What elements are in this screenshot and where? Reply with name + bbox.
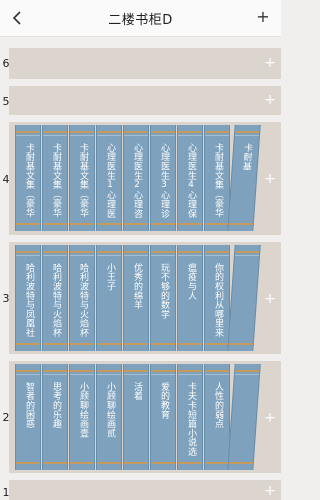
book-spine[interactable]: 心理医生1心理医 <box>96 125 122 231</box>
book-spine[interactable]: 瘟疫与人 <box>177 245 203 351</box>
book-spine[interactable]: 卡夫卡短篇小说选 <box>177 364 203 470</box>
book-spine[interactable]: 卡耐基文集（豪华 <box>15 125 41 231</box>
shelf-level-3[interactable]: 哈利波特与凤凰社 哈利波特与火焰杯 哈利波特与火焰杯 小王子 优秀的绵羊 玩不够… <box>9 242 281 354</box>
book-title: 心理医生3心理诊 <box>159 143 169 219</box>
book-spine[interactable]: 哈利波特与火焰杯 <box>42 245 68 351</box>
book-spine[interactable]: 优秀的绵羊 <box>123 245 149 351</box>
shelf-level-2[interactable]: 智者的困惑 思考的乐趣 小顾聊绘画壹 小顾聊绘画贰 活着 爱的教育 卡夫卡短篇小… <box>9 361 281 473</box>
shelf-level-label: 4 <box>2 173 10 186</box>
shelf-level-label: 5 <box>2 95 10 108</box>
shelf-level-1[interactable]: + <box>9 480 281 500</box>
book-spine[interactable]: 爱的教育 <box>150 364 176 470</box>
book-title: 哈利波特与凤凰社 <box>24 263 34 338</box>
book-spine[interactable]: 心理医生3心理诊 <box>150 125 176 231</box>
book-title <box>233 263 256 341</box>
book-title: 小顾聊绘画贰 <box>105 382 115 438</box>
shelf-level-label: 3 <box>2 292 10 305</box>
book-spine[interactable]: 你的权利从哪里来 <box>204 245 230 351</box>
book-spine[interactable]: 卡耐基文集（豪华 <box>42 125 68 231</box>
book-title: 心理医生2心理咨 <box>132 143 142 219</box>
book-spine[interactable]: 心理医生4心理保 <box>177 125 203 231</box>
book-title: 哈利波特与火焰杯 <box>51 263 61 338</box>
book-title: 玩不够的数学 <box>159 263 169 319</box>
book-spine[interactable]: 卡耐基文集（豪华 <box>204 125 230 231</box>
shelf-level-label: 2 <box>2 411 10 424</box>
add-book-icon[interactable]: + <box>263 172 277 186</box>
add-book-icon[interactable]: + <box>263 484 277 498</box>
shelf-level-6[interactable]: + <box>9 48 281 79</box>
book-title: 你的权利从哪里来 <box>213 263 223 338</box>
book-title: 爱的教育 <box>159 382 169 420</box>
book-title: 心理医生4心理保 <box>186 143 196 219</box>
book-row: 卡耐基文集（豪华 卡耐基文集（豪华 卡耐基文集（豪华 心理医生1心理医 心理医生… <box>15 125 263 231</box>
book-title <box>233 382 256 460</box>
book-title: 卡耐基文集（豪华 <box>78 143 88 218</box>
book-title: 卡耐基文集（豪华 <box>213 143 223 218</box>
shelf-level-4[interactable]: 卡耐基文集（豪华 卡耐基文集（豪华 卡耐基文集（豪华 心理医生1心理医 心理医生… <box>9 122 281 235</box>
shelf-level-label: 6 <box>2 57 10 70</box>
book-title: 哈利波特与火焰杯 <box>78 263 88 338</box>
top-bar: 二楼书柜D + <box>0 0 281 37</box>
book-title: 卡耐基文集（豪华 <box>24 143 34 218</box>
shelf-level-5[interactable]: + <box>9 86 281 115</box>
book-title: 小王子 <box>105 263 115 291</box>
book-spine[interactable]: 玩不够的数学 <box>150 245 176 351</box>
book-title: 小顾聊绘画壹 <box>78 382 88 438</box>
book-spine[interactable]: 人性的弱点 <box>204 364 230 470</box>
book-row: 智者的困惑 思考的乐趣 小顾聊绘画壹 小顾聊绘画贰 活着 爱的教育 卡夫卡短篇小… <box>15 364 263 470</box>
book-spine[interactable] <box>227 245 261 351</box>
add-book-icon[interactable]: + <box>263 411 277 425</box>
add-button[interactable]: + <box>253 6 273 28</box>
book-title: 卡耐基文集（豪华 <box>51 143 61 218</box>
book-title: 人性的弱点 <box>213 382 223 429</box>
book-spine[interactable]: 卡耐基 <box>227 125 261 231</box>
book-spine[interactable]: 小王子 <box>96 245 122 351</box>
book-title: 瘟疫与人 <box>186 263 196 301</box>
book-spine[interactable]: 小顾聊绘画壹 <box>69 364 95 470</box>
book-spine[interactable]: 思考的乐趣 <box>42 364 68 470</box>
book-spine[interactable]: 活着 <box>123 364 149 470</box>
book-title: 心理医生1心理医 <box>105 143 115 219</box>
add-book-icon[interactable]: + <box>263 292 277 306</box>
add-book-icon[interactable]: + <box>263 93 277 107</box>
book-spine[interactable]: 小顾聊绘画贰 <box>96 364 122 470</box>
book-title: 优秀的绵羊 <box>132 263 142 310</box>
book-spine[interactable]: 卡耐基文集（豪华 <box>69 125 95 231</box>
add-book-icon[interactable]: + <box>263 56 277 70</box>
book-spine[interactable]: 心理医生2心理咨 <box>123 125 149 231</box>
book-row: 哈利波特与凤凰社 哈利波特与火焰杯 哈利波特与火焰杯 小王子 优秀的绵羊 玩不够… <box>15 245 263 351</box>
book-title: 思考的乐趣 <box>51 382 61 429</box>
book-title: 活着 <box>132 382 142 401</box>
book-spine[interactable]: 智者的困惑 <box>15 364 41 470</box>
book-spine[interactable] <box>227 364 261 470</box>
book-title: 卡耐基 <box>240 143 253 171</box>
book-spine[interactable]: 哈利波特与火焰杯 <box>69 245 95 351</box>
page-title: 二楼书柜D <box>108 13 173 28</box>
book-title: 卡夫卡短篇小说选 <box>186 382 196 457</box>
book-spine[interactable]: 哈利波特与凤凰社 <box>15 245 41 351</box>
shelf-level-label: 1 <box>2 486 10 499</box>
book-title: 智者的困惑 <box>24 382 34 429</box>
